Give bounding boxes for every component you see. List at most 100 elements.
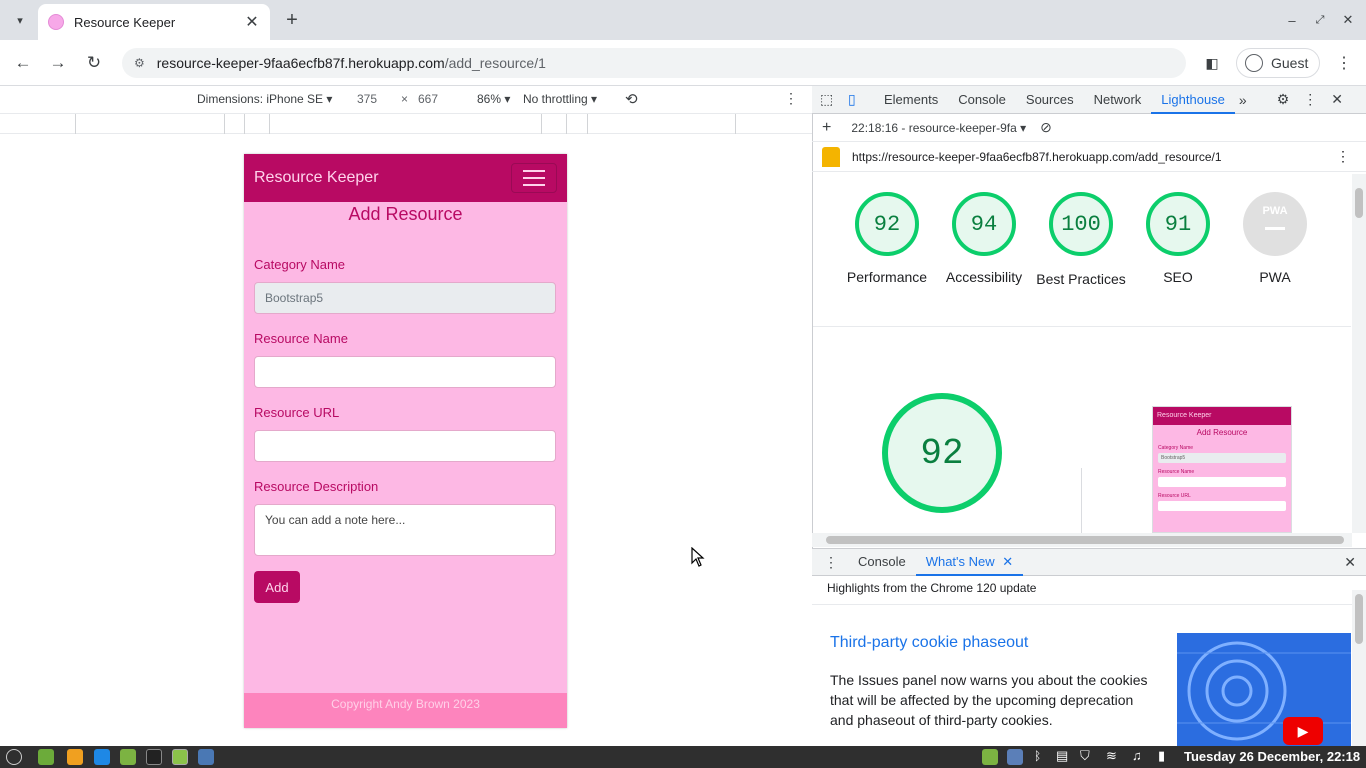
close-drawer-icon[interactable]: ✕	[1344, 554, 1356, 571]
tray-folder-icon[interactable]	[982, 749, 998, 765]
thumb-title: Add Resource	[1196, 428, 1248, 437]
divider	[812, 604, 1352, 605]
site-info-icon[interactable]: ⚙	[134, 56, 145, 70]
tab-lighthouse[interactable]: Lighthouse	[1151, 86, 1235, 114]
drawer-menu-icon[interactable]: ⋮	[824, 554, 838, 571]
volume-icon[interactable]: ♫	[1132, 748, 1142, 763]
footer: Copyright Andy Brown 2023	[244, 693, 567, 728]
pwa-badge: PWA	[1262, 205, 1288, 217]
horizontal-scrollbar[interactable]	[812, 533, 1352, 547]
back-icon[interactable]: ←	[12, 52, 34, 74]
firefox-icon[interactable]	[67, 749, 83, 765]
tab-console[interactable]: Console	[948, 86, 1016, 114]
forward-icon[interactable]: →	[47, 52, 69, 74]
resource-name-input[interactable]	[254, 356, 556, 388]
tray-app-icon[interactable]	[1007, 749, 1023, 765]
start-menu-icon[interactable]	[6, 749, 22, 765]
score-gauge-performance[interactable]: 92	[855, 192, 919, 256]
drawer-tab-whats-new[interactable]: What's New ✕	[915, 548, 1024, 576]
thumb-url-label: Resource URL	[1158, 493, 1191, 499]
folder-icon[interactable]	[120, 749, 136, 765]
tab-elements[interactable]: Elements	[874, 86, 948, 114]
article-heading[interactable]: Third-party cookie phaseout	[830, 634, 1028, 652]
add-button[interactable]: Add	[254, 571, 300, 603]
resource-url-input[interactable]	[254, 430, 556, 462]
inspect-element-icon[interactable]: ⬚	[820, 91, 838, 108]
score-gauge-accessibility[interactable]: 94	[952, 192, 1016, 256]
media-query-ruler	[0, 114, 812, 134]
score-gauge-seo[interactable]: 91	[1146, 192, 1210, 256]
device-toggle-icon[interactable]: ▯	[848, 91, 866, 108]
clipboard-icon[interactable]: ▤	[1056, 748, 1068, 764]
thumb-name-label: Resource Name	[1158, 469, 1195, 475]
video-thumbnail[interactable]: ▶	[1177, 633, 1351, 746]
score-label-performance: Performance	[846, 269, 928, 285]
thumb-category-field: Bootstrap5	[1158, 453, 1286, 463]
resource-url-label: Resource URL	[254, 405, 340, 420]
drawer-scrollbar[interactable]	[1352, 590, 1366, 746]
devtools-close-icon[interactable]: ✕	[1331, 91, 1343, 108]
chrome-task-icon[interactable]	[172, 749, 188, 765]
device-height-input[interactable]: 667	[418, 92, 438, 106]
resource-description-label: Resource Description	[254, 479, 379, 494]
score-gauge-best-practices[interactable]: 100	[1049, 192, 1113, 256]
tab-network[interactable]: Network	[1084, 86, 1152, 114]
tab-title: Resource Keeper	[74, 14, 176, 30]
device-dimensions-select[interactable]: Dimensions: iPhone SE ▾	[197, 92, 332, 106]
device-width-input[interactable]: 375	[357, 92, 377, 106]
article-body: The Issues panel now warns you about the…	[830, 672, 1148, 728]
close-tab-icon[interactable]: ✕	[244, 12, 260, 32]
bluetooth-icon[interactable]: ᛒ	[1034, 749, 1041, 763]
hscroll-thumb[interactable]	[826, 536, 1344, 544]
more-tabs-icon[interactable]: »	[1239, 92, 1247, 108]
device-more-icon[interactable]: ⋮	[784, 90, 798, 107]
side-panel-icon[interactable]: ◧	[1202, 53, 1222, 73]
zoom-select[interactable]: 86% ▾	[477, 92, 510, 106]
shield-icon[interactable]: ⛉	[1080, 748, 1090, 764]
rotate-icon[interactable]: ⟲	[625, 90, 638, 108]
new-tab-icon[interactable]: +	[282, 9, 302, 31]
zoom-label: 86%	[477, 92, 502, 106]
tab-search-icon[interactable]: ▾	[10, 10, 30, 30]
score-label-accessibility: Accessibility	[945, 269, 1023, 285]
new-report-icon[interactable]: +	[822, 119, 831, 137]
wifi-icon[interactable]: ≋	[1106, 748, 1117, 764]
lighthouse-toolbar: + 22:18:16 - resource-keeper-9fa ▾ ⊘	[812, 114, 1366, 142]
taskbar: ᛒ ▤ ⛉ ≋ ♫ ▮ Tuesday 26 December, 22:18	[0, 746, 1366, 768]
throttling-select[interactable]: No throttling ▾	[523, 92, 597, 106]
close-window-icon[interactable]: ✕	[1340, 10, 1356, 30]
profile-icon	[1245, 54, 1263, 72]
tab-sources[interactable]: Sources	[1016, 86, 1084, 114]
pwa-gauge[interactable]: PWA	[1243, 192, 1307, 256]
drawer-tab-console[interactable]: Console	[848, 548, 916, 576]
clock[interactable]: Tuesday 26 December, 22:18	[1184, 749, 1360, 764]
address-bar[interactable]: ⚙ resource-keeper-9faa6ecfb87f.herokuapp…	[122, 48, 1186, 78]
report-menu-icon[interactable]: ⋮	[1336, 148, 1350, 165]
files-icon[interactable]	[38, 749, 54, 765]
profile-button[interactable]: Guest	[1236, 48, 1320, 78]
reload-icon[interactable]: ↻	[83, 52, 105, 74]
clear-reports-icon[interactable]: ⊘	[1040, 119, 1052, 136]
screenshot-tool-icon[interactable]	[198, 749, 214, 765]
devtools-settings-icon[interactable]: ⚙	[1277, 91, 1290, 108]
navbar: Resource Keeper	[244, 154, 567, 202]
drawer-scroll-thumb[interactable]	[1355, 594, 1363, 644]
hamburger-menu-icon[interactable]	[511, 163, 557, 193]
resource-description-textarea[interactable]: You can add a note here...	[254, 504, 556, 556]
play-icon[interactable]: ▶	[1283, 717, 1323, 745]
vscode-icon[interactable]	[94, 749, 110, 765]
report-select[interactable]: 22:18:16 - resource-keeper-9fa ▾	[851, 121, 1026, 135]
browser-menu-icon[interactable]: ⋮	[1336, 52, 1352, 74]
brand-link[interactable]: Resource Keeper	[254, 169, 379, 187]
minimize-icon[interactable]: –	[1284, 10, 1300, 30]
vertical-scrollbar[interactable]	[1352, 174, 1366, 533]
terminal-icon[interactable]	[146, 749, 162, 765]
restore-icon[interactable]: ⤢	[1312, 10, 1328, 30]
page-screenshot-thumbnail[interactable]: Resource Keeper Add Resource Category Na…	[1152, 406, 1292, 533]
device-dimensions-label: Dimensions: iPhone SE	[197, 92, 324, 106]
battery-icon[interactable]: ▮	[1158, 748, 1165, 764]
scrollbar-thumb[interactable]	[1355, 188, 1363, 218]
devtools-menu-icon[interactable]: ⋮	[1303, 91, 1317, 108]
close-drawer-tab-icon[interactable]: ✕	[1002, 554, 1013, 569]
browser-tab[interactable]: Resource Keeper ✕	[38, 4, 270, 40]
